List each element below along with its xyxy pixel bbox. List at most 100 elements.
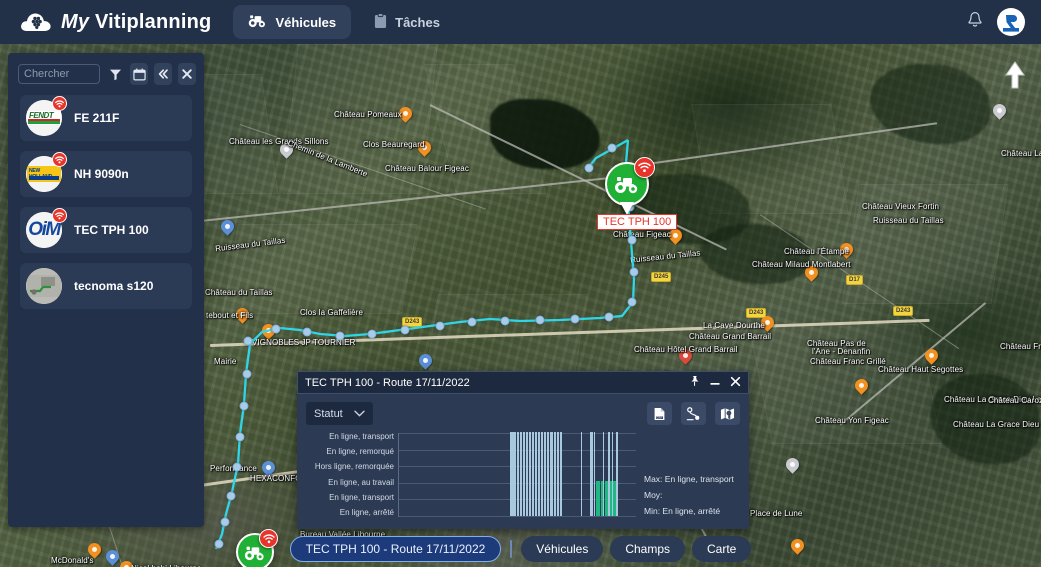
stat-moy: Moy: [644, 490, 663, 500]
chart-bar[interactable] [510, 432, 513, 516]
taskbar-item-vehicules[interactable]: Véhicules [521, 535, 604, 562]
route-icon[interactable] [681, 402, 706, 425]
route-waypoint[interactable] [226, 491, 236, 501]
chart-bar[interactable] [519, 432, 522, 516]
route-chart-panel: TEC TPH 100 - Route 17/11/2022 Statut CS… [297, 371, 749, 529]
panel-titlebar[interactable]: TEC TPH 100 - Route 17/11/2022 [297, 371, 749, 394]
chart-bar[interactable] [590, 432, 593, 516]
map-poi[interactable] [852, 376, 871, 396]
chart-bar[interactable] [528, 432, 531, 516]
route-waypoint[interactable] [335, 331, 345, 341]
y-label: En ligne, transport [329, 432, 394, 441]
chart-bar[interactable] [556, 432, 559, 516]
route-waypoint[interactable] [302, 327, 312, 337]
route-waypoint[interactable] [500, 316, 510, 326]
taskbar-item-champs[interactable]: Champs [610, 535, 686, 562]
chevron-down-icon [354, 408, 365, 420]
vehicle-marker-tec-tph-100[interactable]: TEC TPH 100 [597, 157, 678, 230]
chart-bar[interactable] [550, 432, 553, 516]
taskbar-item-carte[interactable]: Carte [692, 535, 752, 562]
chart-bar[interactable] [596, 480, 600, 516]
route-waypoint[interactable] [570, 314, 580, 324]
vehicle-list-item-tecnoma-s120[interactable]: tecnoma s120 [20, 263, 192, 309]
map-icon[interactable] [715, 402, 740, 425]
search-input[interactable] [18, 64, 100, 84]
chart-bar[interactable] [522, 432, 525, 516]
vehicle-list-item-tec-tph-100[interactable]: OiM TEC TPH 100 [20, 207, 192, 253]
map-label: Château Milaud Montlabert [752, 260, 851, 269]
chart-bar[interactable] [616, 432, 618, 516]
panel-action-buttons: CSV [647, 402, 740, 425]
north-arrow-icon[interactable] [1001, 58, 1029, 92]
bell-icon[interactable] [967, 11, 983, 34]
route-waypoint[interactable] [220, 517, 230, 527]
chart-bar[interactable] [613, 480, 616, 516]
map-label: Château l'Étampe [784, 247, 849, 256]
chart-bar[interactable] [600, 480, 603, 516]
close-icon[interactable] [178, 63, 196, 85]
route-waypoint[interactable] [242, 369, 252, 379]
map-poi[interactable] [990, 101, 1009, 121]
route-waypoint[interactable] [271, 324, 281, 334]
chart-bar[interactable] [538, 432, 541, 516]
chart-bar[interactable] [544, 432, 547, 516]
route-waypoint[interactable] [535, 315, 545, 325]
csv-export-icon[interactable]: CSV [647, 402, 672, 425]
vehicle-list-item-fe-211f[interactable]: FENDT FE 211F [20, 95, 192, 141]
chart-plot-area[interactable] [398, 432, 636, 517]
route-waypoint[interactable] [239, 401, 249, 411]
chart-bar[interactable] [513, 432, 516, 516]
route-waypoint[interactable] [435, 321, 445, 331]
route-waypoint[interactable] [243, 336, 253, 346]
route-waypoint[interactable] [235, 432, 245, 442]
route-waypoint[interactable] [232, 462, 242, 472]
svg-text:CSV: CSV [656, 415, 662, 419]
chart-bar[interactable] [516, 432, 519, 516]
map-poi[interactable] [416, 351, 435, 371]
vehicle-list-item-nh-9090n[interactable]: NEW HOLLAND NH 9090n [20, 151, 192, 197]
vehicle-list: FENDT FE 211F NEW HOLLAND [8, 93, 204, 309]
route-waypoint[interactable] [627, 235, 637, 245]
close-icon[interactable] [730, 376, 741, 390]
pin-icon[interactable] [689, 375, 700, 390]
taskbar-item-route[interactable]: TEC TPH 100 - Route 17/11/2022 [289, 535, 502, 562]
y-label: En ligne, arrêté [339, 507, 394, 517]
chart-bar[interactable] [547, 432, 550, 516]
route-waypoint[interactable] [629, 267, 639, 277]
route-waypoint[interactable] [627, 297, 637, 307]
chart-bar[interactable] [535, 432, 538, 516]
chart-bar[interactable] [531, 432, 535, 516]
avatar[interactable] [997, 8, 1025, 36]
statut-dropdown[interactable]: Statut [306, 402, 373, 425]
tab-vehicules-label: Véhicules [275, 14, 337, 30]
chart-bar[interactable] [525, 432, 528, 516]
calendar-icon[interactable] [130, 63, 148, 85]
chart-bar[interactable] [541, 432, 544, 516]
minimize-icon[interactable] [709, 375, 721, 390]
map-poi[interactable] [783, 455, 802, 475]
route-waypoint[interactable] [584, 163, 594, 173]
route-waypoint[interactable] [400, 325, 410, 335]
chart-bar[interactable] [609, 480, 612, 516]
map-label: Ruisseau du Taillas [873, 216, 944, 225]
route-waypoint[interactable] [604, 312, 614, 322]
chart-bar[interactable] [593, 432, 596, 516]
tab-vehicules[interactable]: Véhicules [233, 5, 352, 39]
chart-bar[interactable] [559, 432, 562, 516]
collapse-icon[interactable] [154, 63, 172, 85]
chart-bar[interactable] [553, 432, 556, 516]
chart-bar[interactable] [580, 432, 583, 516]
wifi-signal-icon [52, 96, 67, 111]
route-waypoint[interactable] [367, 329, 377, 339]
route-waypoint[interactable] [607, 143, 617, 153]
route-waypoint[interactable] [467, 317, 477, 327]
road-badge: D243 [893, 306, 914, 316]
status-chart: En ligne, transport En ligne, remorqué H… [306, 432, 740, 517]
map-label: Clos Beauregard [363, 140, 425, 149]
map-poi[interactable] [218, 217, 237, 237]
tab-taches[interactable]: Tâches [359, 5, 455, 39]
map-poi[interactable] [922, 346, 941, 366]
filter-icon[interactable] [106, 63, 124, 85]
chart-bar[interactable] [604, 480, 609, 516]
brand-logo[interactable]: My Vitiplanning [20, 9, 211, 35]
